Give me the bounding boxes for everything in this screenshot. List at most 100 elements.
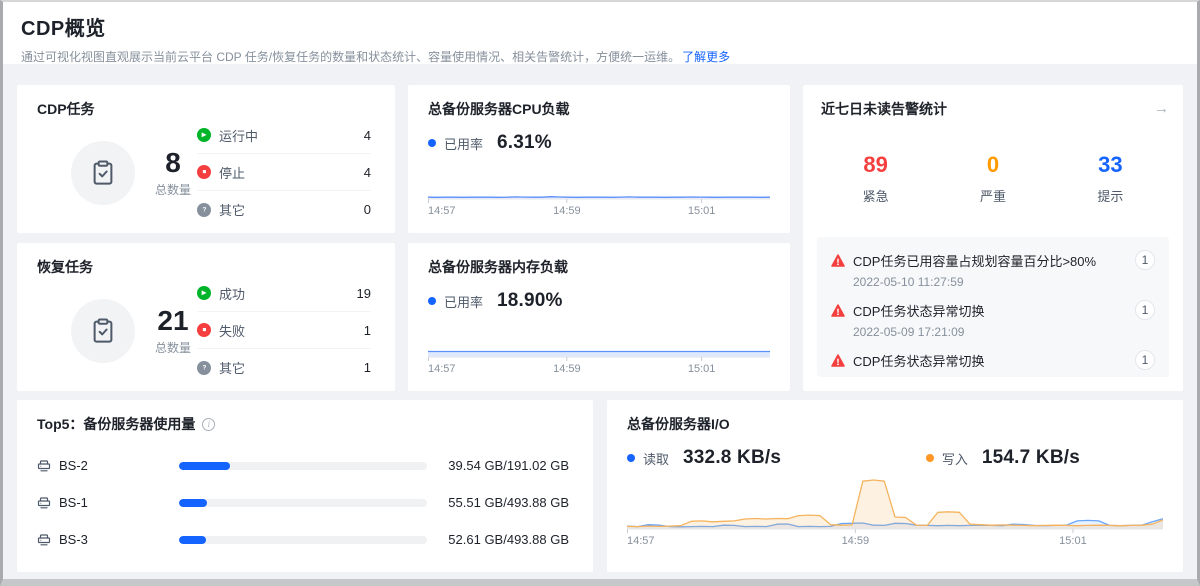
warning-triangle-icon bbox=[831, 254, 845, 267]
status-label: 失败 bbox=[219, 321, 245, 340]
recovery-status-list: ▶ 成功 19 ■ 失败 1 ? 其它 1 bbox=[197, 275, 371, 386]
svg-text:14:57: 14:57 bbox=[428, 363, 456, 375]
arrow-right-icon[interactable]: → bbox=[1154, 102, 1169, 116]
stopped-status-icon: ■ bbox=[197, 165, 211, 179]
status-label: 其它 bbox=[219, 200, 245, 219]
cdp-tasks-total: 8 总数量 bbox=[155, 148, 191, 198]
status-value: 4 bbox=[364, 165, 371, 180]
server-usage-list: BS-2 39.54 GB/191.02 GB BS-1 bbox=[37, 447, 569, 558]
alert-item[interactable]: CDP任务状态异常切换 1 2022-05-09 17:21:09 bbox=[831, 300, 1155, 339]
alert-count-badge: 1 bbox=[1135, 300, 1155, 320]
alert-stat-info: 33 提示 bbox=[1052, 153, 1169, 205]
read-label: 读取 bbox=[643, 449, 669, 468]
cdp-tasks-body: 8 总数量 ▶ 运行中 4 ■ 停止 4 bbox=[37, 117, 375, 228]
blue-legend-dot bbox=[627, 454, 635, 462]
memory-legend-row: 已用率 18.90% bbox=[428, 290, 770, 312]
cpu-legend-row: 已用率 6.31% bbox=[428, 132, 770, 154]
alert-list-panel: CDP任务已用容量占规划容量百分比>80% 1 2022-05-10 11:27… bbox=[817, 237, 1169, 377]
alert-title: CDP任务状态异常切换 bbox=[853, 351, 984, 370]
warning-triangle-icon bbox=[831, 304, 845, 317]
severe-count: 0 bbox=[934, 153, 1051, 177]
alert-stat-severe: 0 严重 bbox=[934, 153, 1051, 205]
top5-usage-card: Top5：备份服务器使用量 i BS-2 39.54 GB/191.02 GB bbox=[17, 400, 593, 572]
write-label: 写入 bbox=[942, 449, 968, 468]
status-label: 停止 bbox=[219, 163, 245, 182]
read-legend: 读取 332.8 KB/s bbox=[627, 447, 781, 469]
cpu-load-title: 总备份服务器CPU负载 bbox=[428, 101, 770, 117]
critical-label: 紧急 bbox=[817, 186, 934, 205]
status-row-stopped: ■ 停止 4 bbox=[197, 154, 371, 191]
status-label: 其它 bbox=[219, 358, 245, 377]
recovery-tasks-total: 21 总数量 bbox=[155, 306, 191, 356]
other-status-icon: ? bbox=[197, 203, 211, 217]
recovery-tasks-body: 21 总数量 ▶ 成功 19 ■ 失败 1 bbox=[37, 275, 375, 386]
alert-title: CDP任务状态异常切换 bbox=[853, 301, 984, 320]
alert-stat-critical: 89 紧急 bbox=[817, 153, 934, 205]
cpu-load-chart: 14:5714:5915:01 bbox=[428, 165, 770, 217]
svg-text:14:57: 14:57 bbox=[428, 205, 456, 217]
warning-triangle-icon bbox=[831, 354, 845, 367]
usage-text: 55.51 GB/493.88 GB bbox=[437, 495, 569, 510]
server-icon bbox=[37, 533, 51, 547]
page-title: CDP概览 bbox=[21, 12, 1179, 41]
orange-legend-dot bbox=[926, 454, 934, 462]
cdp-tasks-total-block: 8 总数量 bbox=[71, 141, 191, 205]
recovery-tasks-title: 恢复任务 bbox=[37, 259, 375, 275]
alert-item[interactable]: CDP任务状态异常切换 1 2022-05-09 17:21:09 bbox=[831, 350, 1155, 377]
svg-text:14:57: 14:57 bbox=[627, 535, 655, 547]
cpu-usage-value: 6.31% bbox=[497, 132, 552, 154]
memory-usage-value: 18.90% bbox=[497, 290, 563, 312]
alerts-title-row: 近七日未读告警统计 → bbox=[817, 101, 1169, 117]
alerts-title: 近七日未读告警统计 bbox=[821, 101, 947, 117]
info-icon[interactable]: i bbox=[202, 418, 215, 431]
usage-text: 52.61 GB/493.88 GB bbox=[437, 532, 569, 547]
cdp-status-list: ▶ 运行中 4 ■ 停止 4 ? 其它 0 bbox=[197, 117, 371, 228]
status-label: 成功 bbox=[219, 284, 245, 303]
status-value: 1 bbox=[364, 360, 371, 375]
usage-bar-fill bbox=[179, 462, 230, 470]
top-grid: CDP任务 8 总数量 bbox=[17, 85, 1183, 391]
alerts-card: 近七日未读告警统计 → 89 紧急 0 严重 33 提示 bbox=[803, 85, 1183, 391]
alert-title: CDP任务已用容量占规划容量百分比>80% bbox=[853, 251, 1096, 270]
learn-more-link[interactable]: 了解更多 bbox=[682, 50, 730, 64]
usage-bar-fill bbox=[179, 499, 207, 507]
server-usage-row: BS-3 52.61 GB/493.88 GB bbox=[37, 521, 569, 558]
cdp-tasks-total-count: 8 bbox=[155, 148, 191, 178]
svg-text:15:01: 15:01 bbox=[688, 363, 716, 375]
cdp-tasks-card: CDP任务 8 总数量 bbox=[17, 85, 395, 233]
status-value: 1 bbox=[364, 323, 371, 338]
critical-count: 89 bbox=[817, 153, 934, 177]
cdp-tasks-title: CDP任务 bbox=[37, 101, 375, 117]
top5-title: Top5：备份服务器使用量 bbox=[37, 416, 195, 432]
usage-bar-fill bbox=[179, 536, 206, 544]
usage-bar-track bbox=[179, 536, 427, 544]
io-chart: 14:5714:5915:01 bbox=[627, 469, 1163, 547]
server-icon bbox=[37, 459, 51, 473]
status-value: 4 bbox=[364, 128, 371, 143]
memory-load-title: 总备份服务器内存负载 bbox=[428, 259, 770, 275]
page-header: CDP概览 通过可视化视图直观展示当前云平台 CDP 任务/恢复任务的数量和状态… bbox=[3, 2, 1197, 64]
server-name: BS-3 bbox=[59, 532, 179, 547]
io-legend-row: 读取 332.8 KB/s 写入 154.7 KB/s bbox=[627, 447, 1163, 469]
alert-time: 2022-05-10 11:27:59 bbox=[853, 275, 1155, 289]
alert-time: 2022-05-09 17:21:09 bbox=[853, 325, 1155, 339]
write-value: 154.7 KB/s bbox=[982, 447, 1080, 469]
page: CDP概览 通过可视化视图直观展示当前云平台 CDP 任务/恢复任务的数量和状态… bbox=[3, 2, 1197, 572]
recovery-tasks-total-count: 21 bbox=[155, 306, 191, 336]
alert-item[interactable]: CDP任务已用容量占规划容量百分比>80% 1 2022-05-10 11:27… bbox=[831, 250, 1155, 289]
memory-legend-label: 已用率 bbox=[444, 292, 483, 311]
svg-text:14:59: 14:59 bbox=[553, 363, 581, 375]
read-value: 332.8 KB/s bbox=[683, 447, 781, 469]
info-label: 提示 bbox=[1052, 186, 1169, 205]
blue-legend-dot bbox=[428, 139, 436, 147]
status-row-other: ? 其它 0 bbox=[197, 191, 371, 228]
recovery-tasks-total-label: 总数量 bbox=[155, 339, 191, 356]
running-status-icon: ▶ bbox=[197, 128, 211, 142]
status-row-running: ▶ 运行中 4 bbox=[197, 117, 371, 154]
cpu-legend-label: 已用率 bbox=[444, 134, 483, 153]
status-label: 运行中 bbox=[219, 126, 258, 145]
server-usage-row: BS-2 39.54 GB/191.02 GB bbox=[37, 447, 569, 484]
alert-count-badge: 1 bbox=[1135, 350, 1155, 370]
cpu-load-card: 总备份服务器CPU负载 已用率 6.31% 14:5714:5915:01 bbox=[408, 85, 790, 233]
dashboard-content: CDP任务 8 总数量 bbox=[3, 64, 1197, 572]
